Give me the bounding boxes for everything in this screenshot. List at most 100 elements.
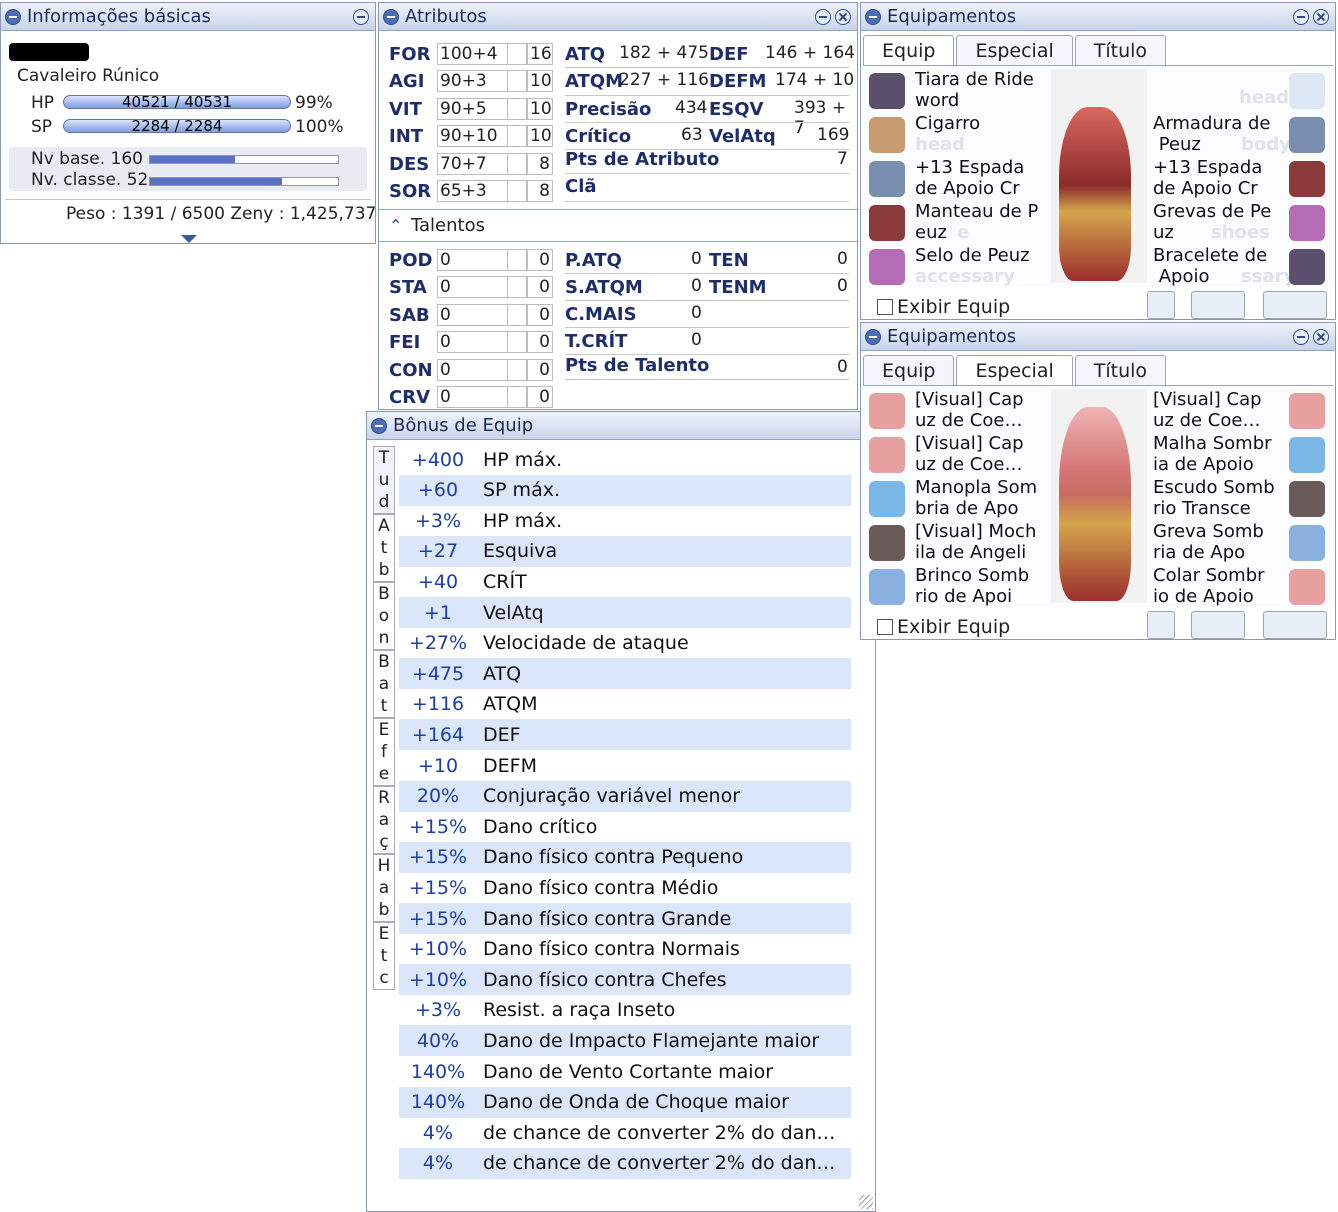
equip-item-icon[interactable] xyxy=(1289,249,1325,285)
equip-bonus-titlebar[interactable]: Bônus de Equip xyxy=(367,412,875,440)
stat-up-button[interactable] xyxy=(507,152,527,175)
equip-item-icon[interactable] xyxy=(1289,569,1325,605)
costume-view-button[interactable] xyxy=(1263,611,1327,639)
equip-slot-left[interactable]: Manteau de P euz xyxy=(915,201,1049,243)
costume-view-button[interactable] xyxy=(1263,291,1327,319)
close-icon[interactable] xyxy=(835,8,851,25)
swap-equip-button[interactable] xyxy=(1191,611,1245,639)
tab-title[interactable]: Título xyxy=(1074,35,1167,65)
equip-slot-right[interactable]: [Visual] Cap uz de Coe… xyxy=(1153,389,1287,431)
bonus-category-tab[interactable]: H a b xyxy=(373,854,395,922)
trait-up-button[interactable] xyxy=(507,249,527,271)
equip-item-icon[interactable] xyxy=(1289,437,1325,473)
equip-slot-left[interactable]: Brinco Somb rio de Apoi xyxy=(915,565,1049,607)
equip-slot-left[interactable]: Cigarro xyxy=(915,113,1049,134)
equip-item-icon[interactable] xyxy=(869,161,905,197)
minimize-icon[interactable] xyxy=(1293,328,1309,345)
equip-item-icon[interactable] xyxy=(869,437,905,473)
equip-item-icon[interactable] xyxy=(1289,393,1325,429)
trait-name: CON xyxy=(389,359,433,381)
equip-item-icon[interactable] xyxy=(869,117,905,153)
equip-slot-right[interactable]: Colar Sombr io de Apoio xyxy=(1153,565,1287,607)
tab-equip[interactable]: Equip xyxy=(863,355,955,385)
equip-item-icon[interactable] xyxy=(869,525,905,561)
window-menu-icon[interactable] xyxy=(371,417,387,434)
equip-slot-right[interactable]: +13 Espada de Apoio Cr xyxy=(1153,157,1287,199)
equip-slot-right[interactable]: Armadura de Peuz xyxy=(1153,113,1287,155)
bonus-category-tab[interactable]: E f e xyxy=(373,718,395,786)
bonus-category-tab[interactable]: B a t xyxy=(373,650,395,718)
collapse-talents-icon[interactable]: ⌃ xyxy=(389,216,402,235)
equip-slot-right[interactable]: Bracelete de Apoio xyxy=(1153,245,1287,287)
equip-item-icon[interactable] xyxy=(869,73,905,109)
equipment-titlebar[interactable]: Equipamentos xyxy=(861,3,1335,31)
show-equip-checkbox[interactable] xyxy=(877,619,893,635)
equip-slot-right[interactable]: Escudo Somb rio Transce xyxy=(1153,477,1287,519)
equip-item-icon[interactable] xyxy=(869,569,905,605)
minimize-icon[interactable] xyxy=(353,8,369,25)
equip-item-icon[interactable] xyxy=(1289,73,1325,109)
equip-item-icon[interactable] xyxy=(1289,205,1325,241)
mres-value: 0 xyxy=(837,276,848,296)
equip-item-icon[interactable] xyxy=(869,393,905,429)
attributes-titlebar[interactable]: Atributos xyxy=(379,3,857,31)
bonus-text: Esquiva xyxy=(483,540,558,563)
equip-slot-left[interactable]: [Visual] Moch ila de Angeli xyxy=(915,521,1049,563)
equip-slot-right[interactable]: Malha Sombr ia de Apoio xyxy=(1153,433,1287,475)
tab-equip[interactable]: Equip xyxy=(863,35,955,65)
equip-slot-left[interactable]: [Visual] Cap uz de Coe… xyxy=(915,389,1049,431)
equip-slot-left[interactable]: +13 Espada de Apoio Cr xyxy=(915,157,1049,199)
swap-equip-button[interactable] xyxy=(1191,291,1245,319)
minimize-icon[interactable] xyxy=(1293,8,1309,25)
stat-up-button[interactable] xyxy=(507,97,527,120)
equip-slot-left[interactable]: Manopla Som bria de Apo xyxy=(915,477,1049,519)
bonus-category-tab[interactable]: R a ç xyxy=(373,786,395,854)
stat-up-button[interactable] xyxy=(507,180,527,202)
bonus-text: Conjuração variável menor xyxy=(483,785,741,808)
close-icon[interactable] xyxy=(1313,8,1329,25)
equip-slot-right[interactable]: Grevas de Pe uz xyxy=(1153,201,1287,243)
equip-item-icon[interactable] xyxy=(869,249,905,285)
equip-item-icon[interactable] xyxy=(869,481,905,517)
equip-item-icon[interactable] xyxy=(869,205,905,241)
window-menu-icon[interactable] xyxy=(383,8,399,25)
bonus-category-tab[interactable]: T u d xyxy=(373,446,395,514)
bonus-row: 20% Conjuração variável menor xyxy=(399,780,851,812)
expand-arrow-icon[interactable] xyxy=(181,235,197,243)
minimize-icon[interactable] xyxy=(815,8,831,25)
equipment-titlebar[interactable]: Equipamentos xyxy=(861,323,1335,351)
basic-info-titlebar[interactable]: Informações básicas xyxy=(1,3,375,31)
equip-slot-left[interactable]: Selo de Peuz xyxy=(915,245,1049,266)
trait-up-button[interactable] xyxy=(507,358,527,381)
stat-up-button[interactable] xyxy=(507,125,527,148)
equip-item-icon[interactable] xyxy=(1289,161,1325,197)
bonus-category-tab[interactable]: B o n xyxy=(373,582,395,650)
equip-item-icon[interactable] xyxy=(1289,481,1325,517)
bonus-category-tab[interactable]: E t c xyxy=(373,922,395,990)
equip-slot-left[interactable]: Tiara de Ride word xyxy=(915,69,1049,111)
trait-up-button[interactable] xyxy=(507,331,527,354)
equip-slot-left[interactable]: [Visual] Cap uz de Coe… xyxy=(915,433,1049,475)
bonus-category-tab[interactable]: A t b xyxy=(373,514,395,582)
equip-set-button[interactable] xyxy=(1147,291,1175,319)
close-icon[interactable] xyxy=(1313,328,1329,345)
resize-grip-icon[interactable] xyxy=(859,1195,873,1209)
equip-slot-right[interactable]: Greva Somb ria de Apo xyxy=(1153,521,1287,563)
window-menu-icon[interactable] xyxy=(865,8,881,25)
trait-up-button[interactable] xyxy=(507,276,527,299)
stat-up-button[interactable] xyxy=(507,43,527,65)
trait-up-button[interactable] xyxy=(507,386,527,408)
equip-set-button[interactable] xyxy=(1147,611,1175,639)
stat-up-button[interactable] xyxy=(507,70,527,93)
show-equip-checkbox[interactable] xyxy=(877,299,893,315)
equip-item-icon[interactable] xyxy=(1289,117,1325,153)
tab-special[interactable]: Especial xyxy=(956,35,1073,65)
tab-special[interactable]: Especial xyxy=(956,355,1073,385)
trait-value-field: 0 xyxy=(437,331,509,354)
tab-title[interactable]: Título xyxy=(1074,355,1167,385)
equip-item-icon[interactable] xyxy=(1289,525,1325,561)
trait-up-button[interactable] xyxy=(507,303,527,326)
window-menu-icon[interactable] xyxy=(5,8,21,25)
window-menu-icon[interactable] xyxy=(865,328,881,345)
bonus-text: de chance de converter 2% do dan… xyxy=(483,1121,836,1144)
